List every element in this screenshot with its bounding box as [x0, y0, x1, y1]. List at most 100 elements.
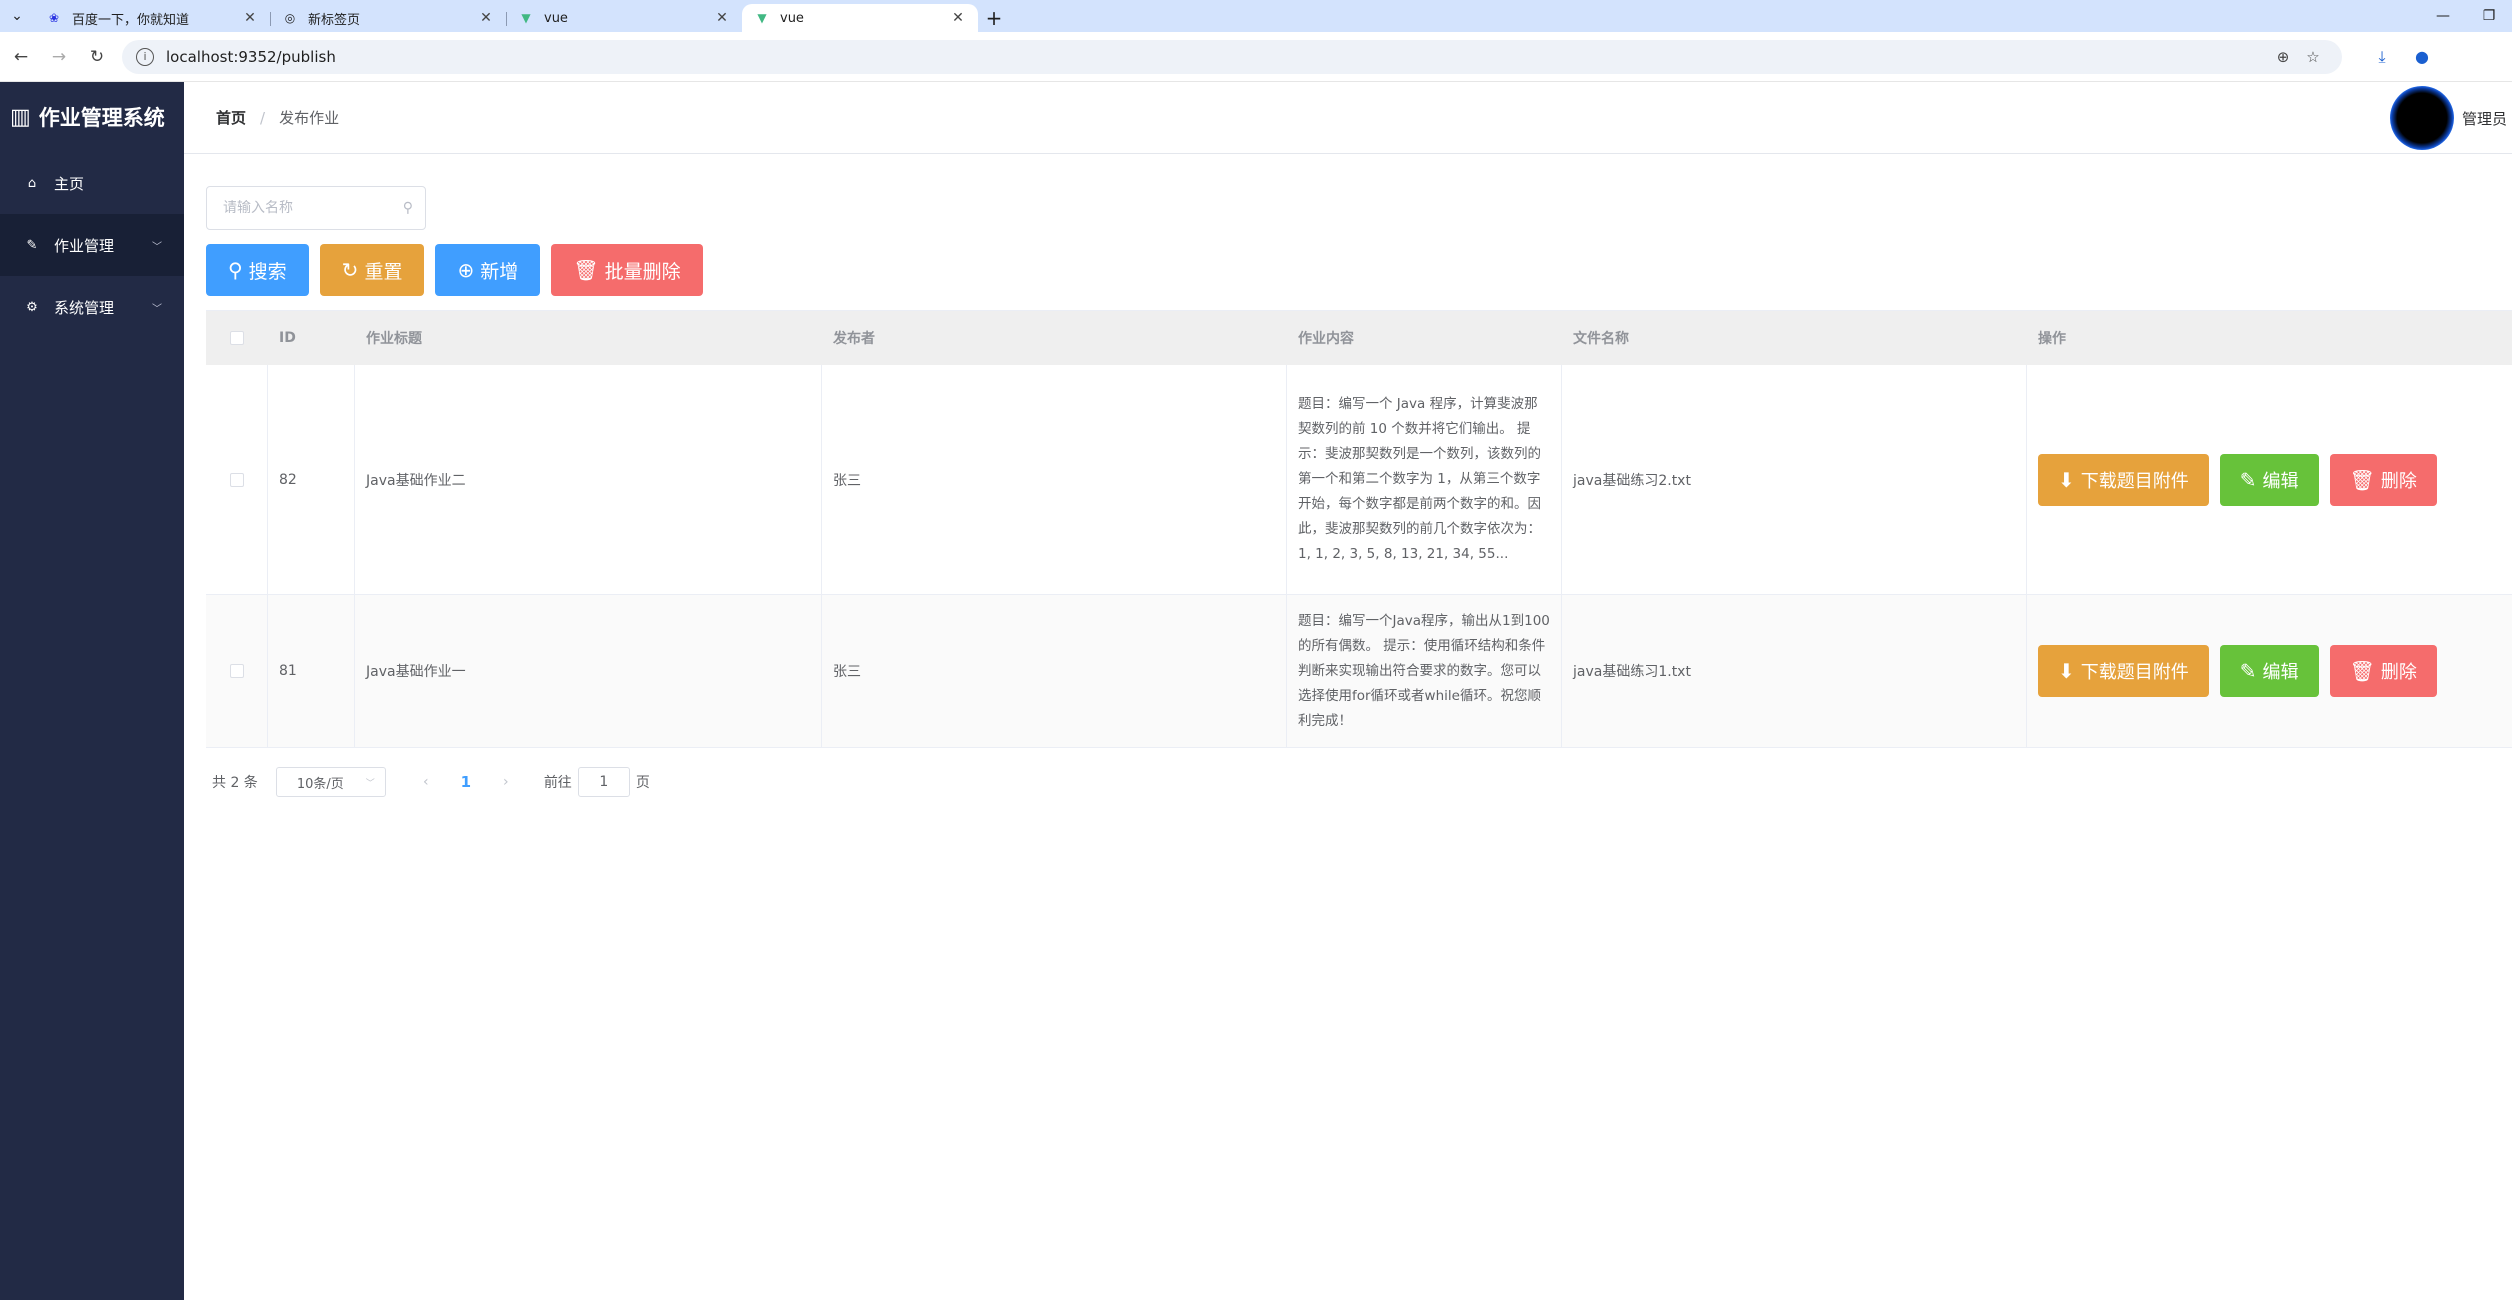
column-header-ops: 操作 [2038, 331, 2066, 347]
sidebar: ▥ 作业管理系统 ⌂ 主页 ✎ 作业管理 ﹀ ⚙ 系统管理 ﹀ [0, 82, 184, 1300]
prev-page-icon[interactable]: ‹ [406, 774, 446, 790]
edit-button[interactable]: ✎ 编辑 [2219, 645, 2319, 697]
sidebar-item-homework[interactable]: ✎ 作业管理 ﹀ [0, 214, 184, 276]
reset-button[interactable]: ↻ 重置 [319, 244, 425, 296]
search-button-label: 搜索 [248, 260, 287, 283]
table-row: 82 Java基础作业二 张三 题目：编写一个 Java 程序，计算斐波那契数列… [206, 365, 2512, 595]
restore-icon[interactable]: ❐ [2466, 8, 2512, 24]
edit-icon: ✎ [2239, 659, 2257, 683]
site-info-icon[interactable]: i [136, 47, 154, 66]
page-size-select[interactable]: 10条/页 ﹀ [275, 767, 386, 797]
row-checkbox-cell [206, 365, 268, 594]
address-bar[interactable]: i localhost:9352/publish ⊕ ☆ [122, 39, 2342, 74]
tab-search-icon[interactable]: ⌄ [0, 0, 34, 32]
new-tab-button[interactable]: + [978, 4, 1010, 32]
back-icon[interactable]: ← [4, 40, 38, 74]
page-body: ⚲ ⚲ 搜索 ↻ 重置 ⊕ 新增 🗑 批量删除 [206, 186, 2512, 798]
main-content: 首页 / 发布作业 管理员 ⚲ ⚲ 搜索 ↻ 重置 [184, 82, 2512, 1300]
cell-publisher: 张三 [822, 365, 1287, 594]
select-all-checkbox[interactable] [230, 331, 244, 345]
goto-prefix: 前往 [543, 775, 572, 791]
row-checkbox[interactable] [229, 472, 244, 487]
reset-button-label: 重置 [364, 260, 403, 283]
search-icon: ⚲ [402, 200, 413, 216]
chevron-down-icon: ﹀ [152, 241, 162, 253]
gear-icon: ⚙ [26, 299, 38, 315]
delete-button[interactable]: 🗑 删除 [2329, 453, 2437, 506]
browser-tab-strip: ⌄ ❀ 百度一下，你就知道 ✕ ◎ 新标签页 ✕ ▼ vue ✕ ▼ vue ✕… [0, 0, 2512, 32]
breadcrumb: 首页 / 发布作业 [216, 107, 339, 128]
app: ▥ 作业管理系统 ⌂ 主页 ✎ 作业管理 ﹀ ⚙ 系统管理 ﹀ 首页 / 发布作… [0, 82, 2512, 1300]
add-button[interactable]: ⊕ 新增 [435, 244, 541, 296]
cell-content-wrap: 题目：编写一个Java程序，输出从1到100的所有偶数。 提示：使用循环结构和条… [1287, 595, 1562, 747]
batch-delete-button-label: 批量删除 [604, 260, 681, 283]
row-checkbox-cell [206, 595, 268, 747]
download-icon: ⬇ [2058, 467, 2075, 492]
search-input[interactable] [223, 200, 403, 216]
browser-tab-vue[interactable]: ▼ vue ✕ [506, 4, 742, 32]
cell-ops: ⬇ 下载题目附件 ✎ 编辑 🗑 删除 [2027, 365, 2512, 594]
search-button[interactable]: ⚲ 搜索 [206, 244, 309, 296]
row-checkbox[interactable] [229, 664, 244, 678]
username[interactable]: 管理员 [2462, 108, 2512, 129]
close-tab-icon[interactable]: ✕ [950, 10, 966, 26]
chevron-down-icon: ﹀ [365, 778, 375, 789]
profile-icon[interactable]: ● [2402, 47, 2442, 66]
column-header-publisher: 发布者 [833, 331, 875, 347]
browser-toolbar: ← → ↻ i localhost:9352/publish ⊕ ☆ ⤓ ● [0, 32, 2512, 82]
download-attachment-button[interactable]: ⬇ 下载题目附件 [2038, 453, 2209, 506]
user-menu[interactable]: 管理员 [2390, 83, 2512, 153]
sidebar-item-system[interactable]: ⚙ 系统管理 ﹀ [0, 276, 184, 338]
goto-suffix: 页 [635, 775, 650, 791]
homework-table: ID 作业标题 发布者 作业内容 文件名称 操作 82 Java基础作业二 张三… [206, 310, 2512, 748]
page-number-current[interactable]: 1 [446, 773, 486, 791]
download-attachment-button[interactable]: ⬇ 下载题目附件 [2038, 645, 2209, 697]
browser-tab-baidu[interactable]: ❀ 百度一下，你就知道 ✕ [34, 4, 270, 32]
cell-ops: ⬇ 下载题目附件 ✎ 编辑 🗑 删除 [2027, 595, 2512, 747]
column-header-title: 作业标题 [366, 331, 422, 347]
cell-id: 81 [268, 595, 355, 747]
zoom-icon[interactable]: ⊕ [2268, 48, 2298, 66]
cell-file: java基础练习1.txt [1562, 595, 2027, 747]
browser-tab-newtab[interactable]: ◎ 新标签页 ✕ [270, 4, 506, 32]
pagination: 共 2 条 10条/页 ﹀ ‹ 1 › 前往 页 [206, 766, 2512, 798]
tab-title: 百度一下，你就知道 [72, 12, 190, 28]
table-row: 81 Java基础作业一 张三 题目：编写一个Java程序，输出从1到100的所… [206, 595, 2512, 748]
search-icon: ⚲ [228, 258, 243, 282]
close-tab-icon[interactable]: ✕ [714, 10, 730, 26]
column-header-id: ID [279, 330, 296, 346]
sidebar-item-home[interactable]: ⌂ 主页 [0, 152, 184, 214]
batch-delete-button[interactable]: 🗑 批量删除 [551, 244, 703, 296]
avatar[interactable] [2390, 86, 2454, 150]
close-tab-icon[interactable]: ✕ [478, 10, 494, 26]
bookmark-star-icon[interactable]: ☆ [2298, 48, 2328, 66]
brand-title: 作业管理系统 [38, 106, 165, 130]
page-size-value: 10条/页 [296, 776, 344, 792]
forward-icon[interactable]: → [42, 40, 76, 74]
download-icon[interactable]: ⤓ [2362, 47, 2402, 67]
cell-content: 题目：编写一个 Java 程序，计算斐波那契数列的前 10 个数并将它们输出。 … [1298, 396, 1541, 562]
header-checkbox-cell [206, 311, 268, 365]
edit-button[interactable]: ✎ 编辑 [2219, 453, 2319, 506]
search-field[interactable]: ⚲ [206, 186, 426, 230]
minimize-icon[interactable]: — [2420, 8, 2466, 24]
next-page-icon[interactable]: › [486, 774, 526, 790]
delete-button[interactable]: 🗑 删除 [2329, 645, 2437, 697]
baidu-paw-icon: ❀ [48, 11, 60, 25]
address-url[interactable]: localhost:9352/publish [166, 48, 2268, 66]
browser-tab-vue-active[interactable]: ▼ vue ✕ [742, 4, 978, 32]
cell-title: Java基础作业一 [355, 595, 822, 747]
tab-title: vue [544, 10, 568, 26]
column-header-file: 文件名称 [1573, 331, 1629, 347]
building-icon: ▥ [10, 104, 31, 130]
sidebar-item-label: 主页 [54, 174, 85, 193]
reload-icon[interactable]: ↻ [80, 40, 114, 74]
add-circle-icon: ⊕ [457, 258, 475, 282]
window-controls: — ❐ [2420, 0, 2512, 32]
column-header-content: 作业内容 [1298, 331, 1354, 347]
home-icon: ⌂ [27, 175, 37, 191]
vue-logo-icon: ▼ [521, 11, 531, 25]
breadcrumb-home[interactable]: 首页 [216, 107, 246, 128]
close-tab-icon[interactable]: ✕ [242, 10, 258, 26]
goto-page-input[interactable] [577, 767, 630, 797]
